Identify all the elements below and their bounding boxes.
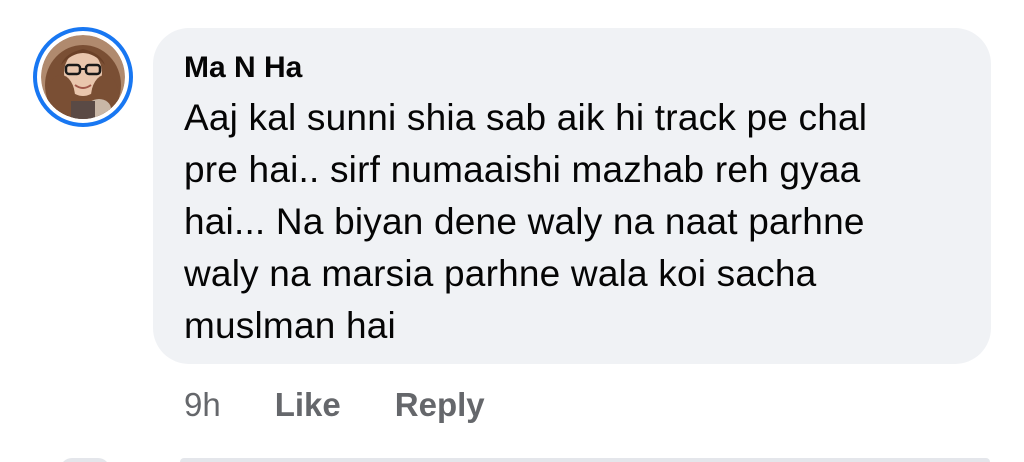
next-comment-avatar	[60, 458, 110, 462]
comment-text-line: pre hai.. sirf numaaishi mazhab reh gyaa	[184, 149, 861, 190]
profile-photo-icon	[41, 35, 125, 119]
comment: Ma N Ha Aaj kal sunni shia sab aik hi tr…	[0, 0, 1024, 462]
comment-text-line: waly na marsia parhne wala koi sacha	[184, 253, 817, 294]
comment-text-line: hai... Na biyan dene waly na naat parhne	[184, 201, 865, 242]
reply-button[interactable]: Reply	[395, 383, 485, 427]
next-comment-bubble	[180, 458, 990, 462]
comment-text: Aaj kal sunni shia sab aik hi track pe c…	[184, 92, 961, 352]
avatar[interactable]	[33, 27, 133, 127]
comment-text-line: muslman hai	[184, 305, 396, 346]
comment-timestamp[interactable]: 9h	[184, 383, 221, 427]
like-button[interactable]: Like	[275, 383, 341, 427]
comment-bubble: Ma N Ha Aaj kal sunni shia sab aik hi tr…	[153, 28, 991, 364]
comment-actions: 9h Like Reply	[184, 383, 485, 427]
comment-author[interactable]: Ma N Ha	[184, 48, 961, 88]
comment-text-line: Aaj kal sunni shia sab aik hi track pe c…	[184, 97, 868, 138]
